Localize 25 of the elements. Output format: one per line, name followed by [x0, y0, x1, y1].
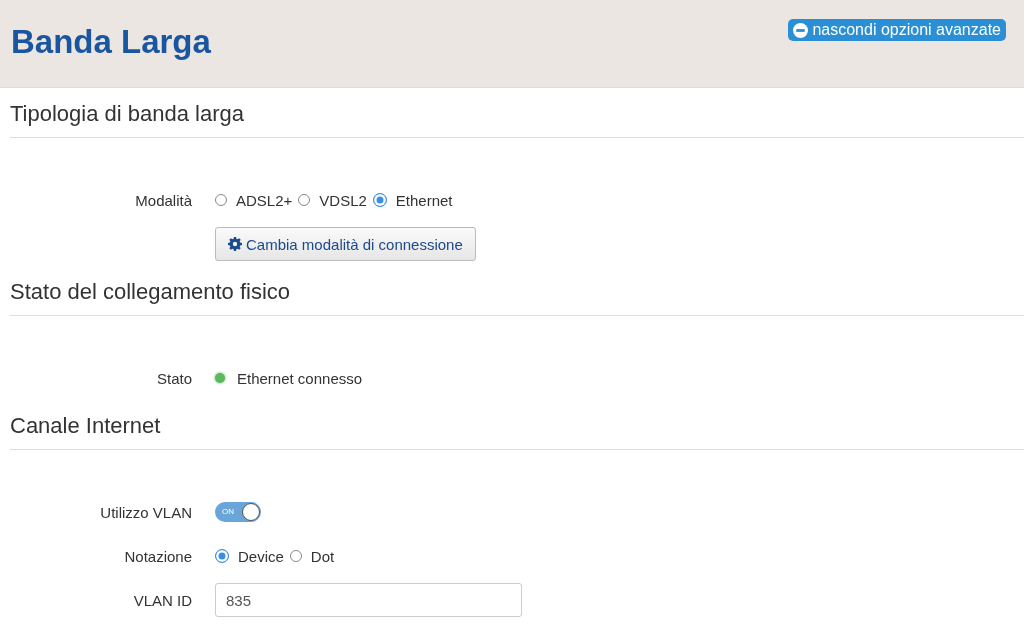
radio-option[interactable]: Dot [289, 547, 335, 565]
field-label: Stato [156, 369, 192, 387]
change-mode-button[interactable]: Cambia modalità di connessione [215, 227, 476, 261]
section-heading: Canale Internet [10, 400, 1024, 450]
radio-button[interactable] [289, 550, 302, 562]
section-heading: Stato del collegamento fisico [10, 266, 1024, 316]
radio-button[interactable] [215, 194, 227, 206]
gear-icon [228, 237, 242, 251]
radio-button[interactable] [372, 193, 387, 207]
field-label: Notazione [124, 547, 192, 565]
radio-option[interactable]: Device [215, 547, 284, 565]
section-heading: Tipologia di banda larga [10, 88, 1024, 138]
page-title: Banda Larga [11, 22, 211, 62]
radio-option[interactable]: VDSL2 [298, 191, 367, 209]
field-label: Utilizzo VLAN [100, 503, 192, 521]
radio-option[interactable]: Ethernet [372, 191, 453, 209]
radio-option[interactable]: ADSL2+ [215, 191, 293, 209]
field-label: Modalità [135, 191, 192, 209]
vlan-id-field[interactable]: 835 [215, 583, 522, 617]
minus-circle-icon [793, 22, 809, 38]
radio-button[interactable] [298, 194, 311, 206]
field-label: VLAN ID [133, 591, 192, 609]
status-text: Ethernet connesso [237, 369, 363, 387]
hide-advanced-button[interactable]: nascondi opzioni avanzate [788, 19, 1006, 41]
radio-button[interactable] [215, 549, 229, 563]
